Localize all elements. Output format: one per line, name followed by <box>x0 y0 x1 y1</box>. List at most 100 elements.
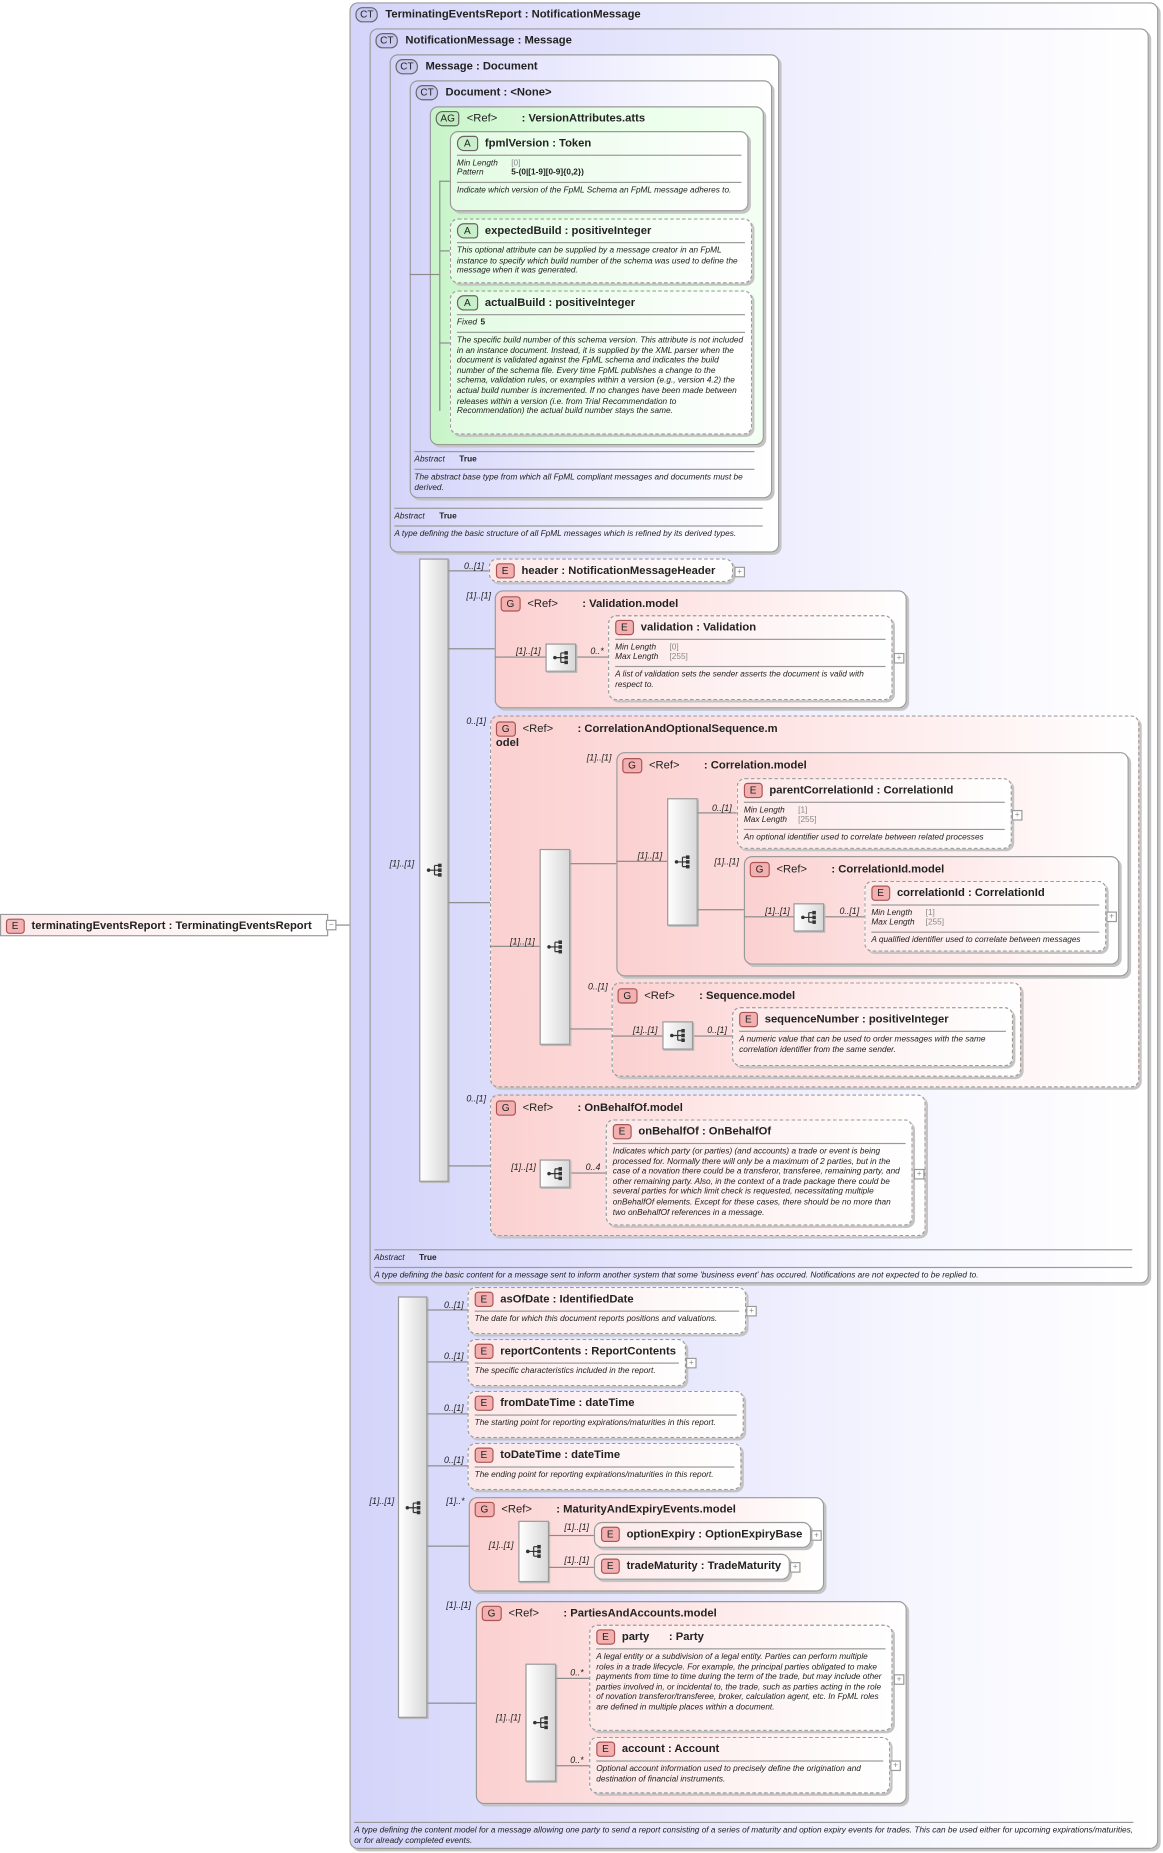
element-name: sequenceNumber <box>764 1013 859 1027</box>
abstract-value: True <box>419 1253 437 1263</box>
element-correlation-id[interactable]: EcorrelationIdCorrelationId Min Length [1… <box>864 880 1107 952</box>
cardinality: [1]..[1] <box>511 1161 536 1173</box>
element-badge: E <box>871 885 890 901</box>
cardinality: [1]..[1] <box>466 590 492 601</box>
sequence-compositor[interactable] <box>545 643 577 672</box>
type-name: Message <box>425 60 473 74</box>
group-type: Correlation.model <box>701 759 807 772</box>
expand-icon[interactable]: + <box>734 566 746 578</box>
expand-icon[interactable]: + <box>789 1562 801 1573</box>
element-type: OptionExpiryBase <box>695 1528 802 1541</box>
sequence-compositor[interactable] <box>419 558 449 1182</box>
element-badge: E <box>474 1447 494 1463</box>
element-party[interactable]: Eparty Party A legal entity or a subdivis… <box>589 1624 893 1731</box>
element-type: CorrelationId <box>874 784 954 797</box>
group-badge: G <box>481 1605 502 1622</box>
cardinality: 0..* <box>570 1667 584 1678</box>
cardinality: 0..[1] <box>707 1024 727 1036</box>
element-description: A list of validation sets the sender ass… <box>615 670 864 690</box>
facet-label: Max Length <box>615 652 659 662</box>
cardinality: 0..[1] <box>466 715 487 727</box>
attribute-actual-build[interactable]: AactualBuildpositiveInteger Fixed5 The s… <box>449 290 753 435</box>
sequence-icon <box>526 1544 541 1558</box>
cardinality: 0..[1] <box>443 1299 464 1311</box>
element-type: OnBehalfOf <box>699 1125 771 1138</box>
cardinality: 0..[1] <box>711 802 732 814</box>
sequence-compositor[interactable] <box>793 903 825 932</box>
element-as-of-date[interactable]: EasOfDateIdentifiedDate The date for whi… <box>467 1286 747 1335</box>
element-validation[interactable]: EvalidationValidation Min Length [0] Max … <box>608 615 893 701</box>
attribute-fpml-version[interactable]: AfpmlVersionToken Min Length [0] Pattern 5… <box>449 131 749 212</box>
element-badge: E <box>615 619 634 636</box>
expand-icon[interactable]: + <box>890 1760 901 1772</box>
element-type: TerminatingEventsReport <box>166 920 312 933</box>
type-name: NotificationMessage <box>405 34 515 48</box>
sequence-compositor[interactable] <box>539 848 571 1045</box>
element-type: Party <box>666 1631 704 1644</box>
sequence-compositor[interactable] <box>662 1021 694 1050</box>
sequence-compositor[interactable] <box>518 1520 550 1583</box>
element-name: correlationId <box>896 886 965 900</box>
cardinality: [1]..[1] <box>515 645 541 657</box>
expand-icon[interactable]: + <box>893 1674 905 1685</box>
element-trade-maturity[interactable]: EtradeMaturityTradeMaturity <box>593 1553 790 1580</box>
group-badge: G <box>495 721 516 737</box>
collapse-icon[interactable]: − <box>325 919 337 931</box>
cardinality: [1]..[1] <box>510 936 535 947</box>
expand-icon[interactable]: + <box>893 652 905 664</box>
abstract-label: Abstract <box>414 455 445 465</box>
group-badge: G <box>495 1100 516 1116</box>
base-type: Message <box>514 34 571 47</box>
base-type: NotificationMessage <box>522 8 641 21</box>
expand-icon[interactable]: + <box>1106 911 1117 923</box>
element-report-contents[interactable]: EreportContentsReportContents The specif… <box>467 1338 686 1387</box>
complex-type-badge: CT <box>415 85 439 101</box>
cardinality: [1]..[1] <box>495 1712 521 1723</box>
root-element-terminating-events-report[interactable]: EterminatingEventsReportTerminatingEvent… <box>0 913 329 937</box>
complex-type-badge: CT <box>375 33 399 49</box>
sequence-compositor[interactable] <box>667 798 698 926</box>
abstract-label: Abstract <box>394 512 425 521</box>
ref-label: <Ref> <box>508 1606 540 1620</box>
expand-icon[interactable]: + <box>685 1357 697 1369</box>
element-on-behalf-of[interactable]: EonBehalfOfOnBehalfOf Indicates which pa… <box>605 1119 913 1226</box>
group-type: OnBehalfOf.model <box>574 1102 682 1115</box>
facet-value: [1] <box>798 806 808 815</box>
expand-icon[interactable]: + <box>811 1530 822 1541</box>
attribute-name: expectedBuild <box>484 224 562 238</box>
cardinality: [1]..* <box>446 1495 465 1507</box>
element-description: A qualified identifier used to correlate… <box>871 936 1081 945</box>
element-option-expiry[interactable]: EoptionExpiryOptionExpiryBase <box>593 1521 812 1548</box>
type-description: The abstract base type from which all Fp… <box>414 473 743 492</box>
sequence-icon <box>674 855 690 869</box>
sequence-compositor[interactable] <box>525 1663 557 1782</box>
sequence-compositor[interactable] <box>539 1159 571 1188</box>
expand-icon[interactable]: + <box>913 1168 925 1180</box>
element-name: onBehalfOf <box>638 1125 699 1139</box>
element-parent-correlation-id[interactable]: EparentCorrelationIdCorrelationId Min Le… <box>736 778 1012 849</box>
group-badge: G <box>617 988 638 1004</box>
expand-icon[interactable]: + <box>1011 809 1023 821</box>
element-header[interactable]: EheaderNotificationMessageHeader <box>488 558 734 583</box>
base-type: Document <box>473 60 538 73</box>
element-name: fromDateTime <box>500 1396 576 1410</box>
element-to-date-time[interactable]: EtoDateTimedateTime The ending point for… <box>467 1442 742 1491</box>
element-name: tradeMaturity <box>626 1559 698 1573</box>
cardinality: 0..[1] <box>443 1402 464 1414</box>
group-badge: G <box>749 861 770 878</box>
cardinality: [1]..[1] <box>389 858 415 869</box>
sequence-compositor[interactable] <box>397 1296 428 1718</box>
element-name: terminatingEventsReport <box>31 919 166 933</box>
cardinality: 0..[1] <box>443 1350 464 1362</box>
element-name: reportContents <box>500 1344 582 1358</box>
element-from-date-time[interactable]: EfromDateTimedateTime The starting point… <box>467 1390 744 1439</box>
element-description: A legal entity or a subdivision of a leg… <box>596 1652 882 1712</box>
attribute-badge: A <box>456 223 478 239</box>
element-sequence-number[interactable]: EsequenceNumberpositiveInteger A numeric… <box>732 1007 1014 1067</box>
element-description: The specific characteristics included in… <box>474 1367 656 1376</box>
attribute-expected-build[interactable]: AexpectedBuildpositiveInteger This optio… <box>449 218 753 284</box>
expand-icon[interactable]: + <box>746 1305 757 1317</box>
facet-value: [1] <box>925 909 935 918</box>
element-account[interactable]: EaccountAccount Optional account informa… <box>589 1736 891 1794</box>
sequence-icon <box>801 910 816 924</box>
